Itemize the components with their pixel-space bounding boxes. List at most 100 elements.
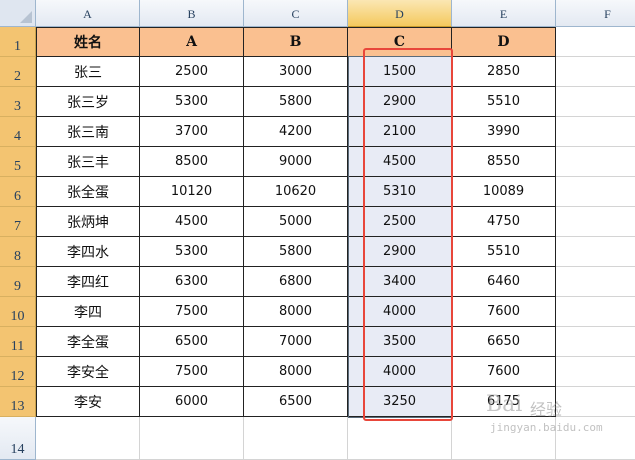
cell-c11[interactable]: 7000 — [244, 327, 348, 357]
cell-e12[interactable]: 7600 — [452, 357, 556, 387]
cell-b11[interactable]: 6500 — [140, 327, 244, 357]
cell-d12[interactable]: 4000 — [348, 357, 452, 387]
cell-b5[interactable]: 8500 — [140, 147, 244, 177]
cell-f6[interactable] — [556, 177, 635, 207]
cell-f11[interactable] — [556, 327, 635, 357]
cell-b8[interactable]: 5300 — [140, 237, 244, 267]
cell-f13[interactable] — [556, 387, 635, 417]
cell-d6[interactable]: 5310 — [348, 177, 452, 207]
cell-c3[interactable]: 5800 — [244, 87, 348, 117]
row-header-14[interactable]: 14 — [0, 417, 36, 460]
table-header-cell[interactable]: C — [348, 27, 452, 57]
cell-f7[interactable] — [556, 207, 635, 237]
cell-d14[interactable] — [348, 417, 452, 460]
table-header-cell[interactable]: B — [244, 27, 348, 57]
cell-f9[interactable] — [556, 267, 635, 297]
row-header-11[interactable]: 11 — [0, 327, 36, 357]
table-header-cell[interactable]: D — [452, 27, 556, 57]
row-header-6[interactable]: 6 — [0, 177, 36, 207]
cell-c9[interactable]: 6800 — [244, 267, 348, 297]
cell-e8[interactable]: 5510 — [452, 237, 556, 267]
cell-a6[interactable]: 张全蛋 — [36, 177, 140, 207]
row-header-5[interactable]: 5 — [0, 147, 36, 177]
cell-b13[interactable]: 6000 — [140, 387, 244, 417]
cell-b7[interactable]: 4500 — [140, 207, 244, 237]
cell-d2[interactable]: 1500 — [348, 57, 452, 87]
cell-b3[interactable]: 5300 — [140, 87, 244, 117]
cell-c8[interactable]: 5800 — [244, 237, 348, 267]
cell-e5[interactable]: 8550 — [452, 147, 556, 177]
cell-b14[interactable] — [140, 417, 244, 460]
cell-b9[interactable]: 6300 — [140, 267, 244, 297]
cell-f3[interactable] — [556, 87, 635, 117]
cell-c6[interactable]: 10620 — [244, 177, 348, 207]
cell-c2[interactable]: 3000 — [244, 57, 348, 87]
cell-c13[interactable]: 6500 — [244, 387, 348, 417]
cell-a13[interactable]: 李安 — [36, 387, 140, 417]
cell-d5[interactable]: 4500 — [348, 147, 452, 177]
cell-d13[interactable]: 3250 — [348, 387, 452, 417]
cell-e6[interactable]: 10089 — [452, 177, 556, 207]
select-all-corner[interactable] — [0, 0, 36, 27]
cell-b10[interactable]: 7500 — [140, 297, 244, 327]
cell-c14[interactable] — [244, 417, 348, 460]
cell-f4[interactable] — [556, 117, 635, 147]
cell-b6[interactable]: 10120 — [140, 177, 244, 207]
cell-d8[interactable]: 2900 — [348, 237, 452, 267]
row-header-13[interactable]: 13 — [0, 387, 36, 417]
row-header-12[interactable]: 12 — [0, 357, 36, 387]
cell-a3[interactable]: 张三岁 — [36, 87, 140, 117]
cell-a10[interactable]: 李四 — [36, 297, 140, 327]
cell-a2[interactable]: 张三 — [36, 57, 140, 87]
table-header-cell[interactable]: 姓名 — [36, 27, 140, 57]
cell-a11[interactable]: 李全蛋 — [36, 327, 140, 357]
column-header-b[interactable]: B — [140, 0, 244, 27]
cell-f10[interactable] — [556, 297, 635, 327]
cell-b2[interactable]: 2500 — [140, 57, 244, 87]
cell-e4[interactable]: 3990 — [452, 117, 556, 147]
cell-a14[interactable] — [36, 417, 140, 460]
cell-e11[interactable]: 6650 — [452, 327, 556, 357]
row-header-2[interactable]: 2 — [0, 57, 36, 87]
cell-b4[interactable]: 3700 — [140, 117, 244, 147]
column-header-f[interactable]: F — [556, 0, 635, 27]
cell-a7[interactable]: 张炳坤 — [36, 207, 140, 237]
cell-e3[interactable]: 5510 — [452, 87, 556, 117]
table-header-cell[interactable]: A — [140, 27, 244, 57]
cell-c5[interactable]: 9000 — [244, 147, 348, 177]
cell-e13[interactable]: 6175 — [452, 387, 556, 417]
row-header-1[interactable]: 1 — [0, 27, 36, 57]
cell-f12[interactable] — [556, 357, 635, 387]
cell-b12[interactable]: 7500 — [140, 357, 244, 387]
cell-e7[interactable]: 4750 — [452, 207, 556, 237]
cell-d3[interactable]: 2900 — [348, 87, 452, 117]
cell-f2[interactable] — [556, 57, 635, 87]
cell-d4[interactable]: 2100 — [348, 117, 452, 147]
cell-c10[interactable]: 8000 — [244, 297, 348, 327]
cell-f8[interactable] — [556, 237, 635, 267]
row-header-8[interactable]: 8 — [0, 237, 36, 267]
cell-f5[interactable] — [556, 147, 635, 177]
column-header-a[interactable]: A — [36, 0, 140, 27]
cell-f14[interactable] — [556, 417, 635, 460]
cell-e14[interactable] — [452, 417, 556, 460]
cell-a9[interactable]: 李四红 — [36, 267, 140, 297]
row-header-4[interactable]: 4 — [0, 117, 36, 147]
cell-c4[interactable]: 4200 — [244, 117, 348, 147]
cell-a12[interactable]: 李安全 — [36, 357, 140, 387]
column-header-d[interactable]: D — [348, 0, 452, 27]
cell-d7[interactable]: 2500 — [348, 207, 452, 237]
column-header-c[interactable]: C — [244, 0, 348, 27]
cell-f1[interactable] — [556, 27, 635, 57]
cell-a5[interactable]: 张三丰 — [36, 147, 140, 177]
cell-d11[interactable]: 3500 — [348, 327, 452, 357]
row-header-3[interactable]: 3 — [0, 87, 36, 117]
cell-a4[interactable]: 张三南 — [36, 117, 140, 147]
cell-c12[interactable]: 8000 — [244, 357, 348, 387]
cell-e2[interactable]: 2850 — [452, 57, 556, 87]
row-header-10[interactable]: 10 — [0, 297, 36, 327]
cell-a8[interactable]: 李四水 — [36, 237, 140, 267]
cell-d9[interactable]: 3400 — [348, 267, 452, 297]
cell-e10[interactable]: 7600 — [452, 297, 556, 327]
cell-d10[interactable]: 4000 — [348, 297, 452, 327]
